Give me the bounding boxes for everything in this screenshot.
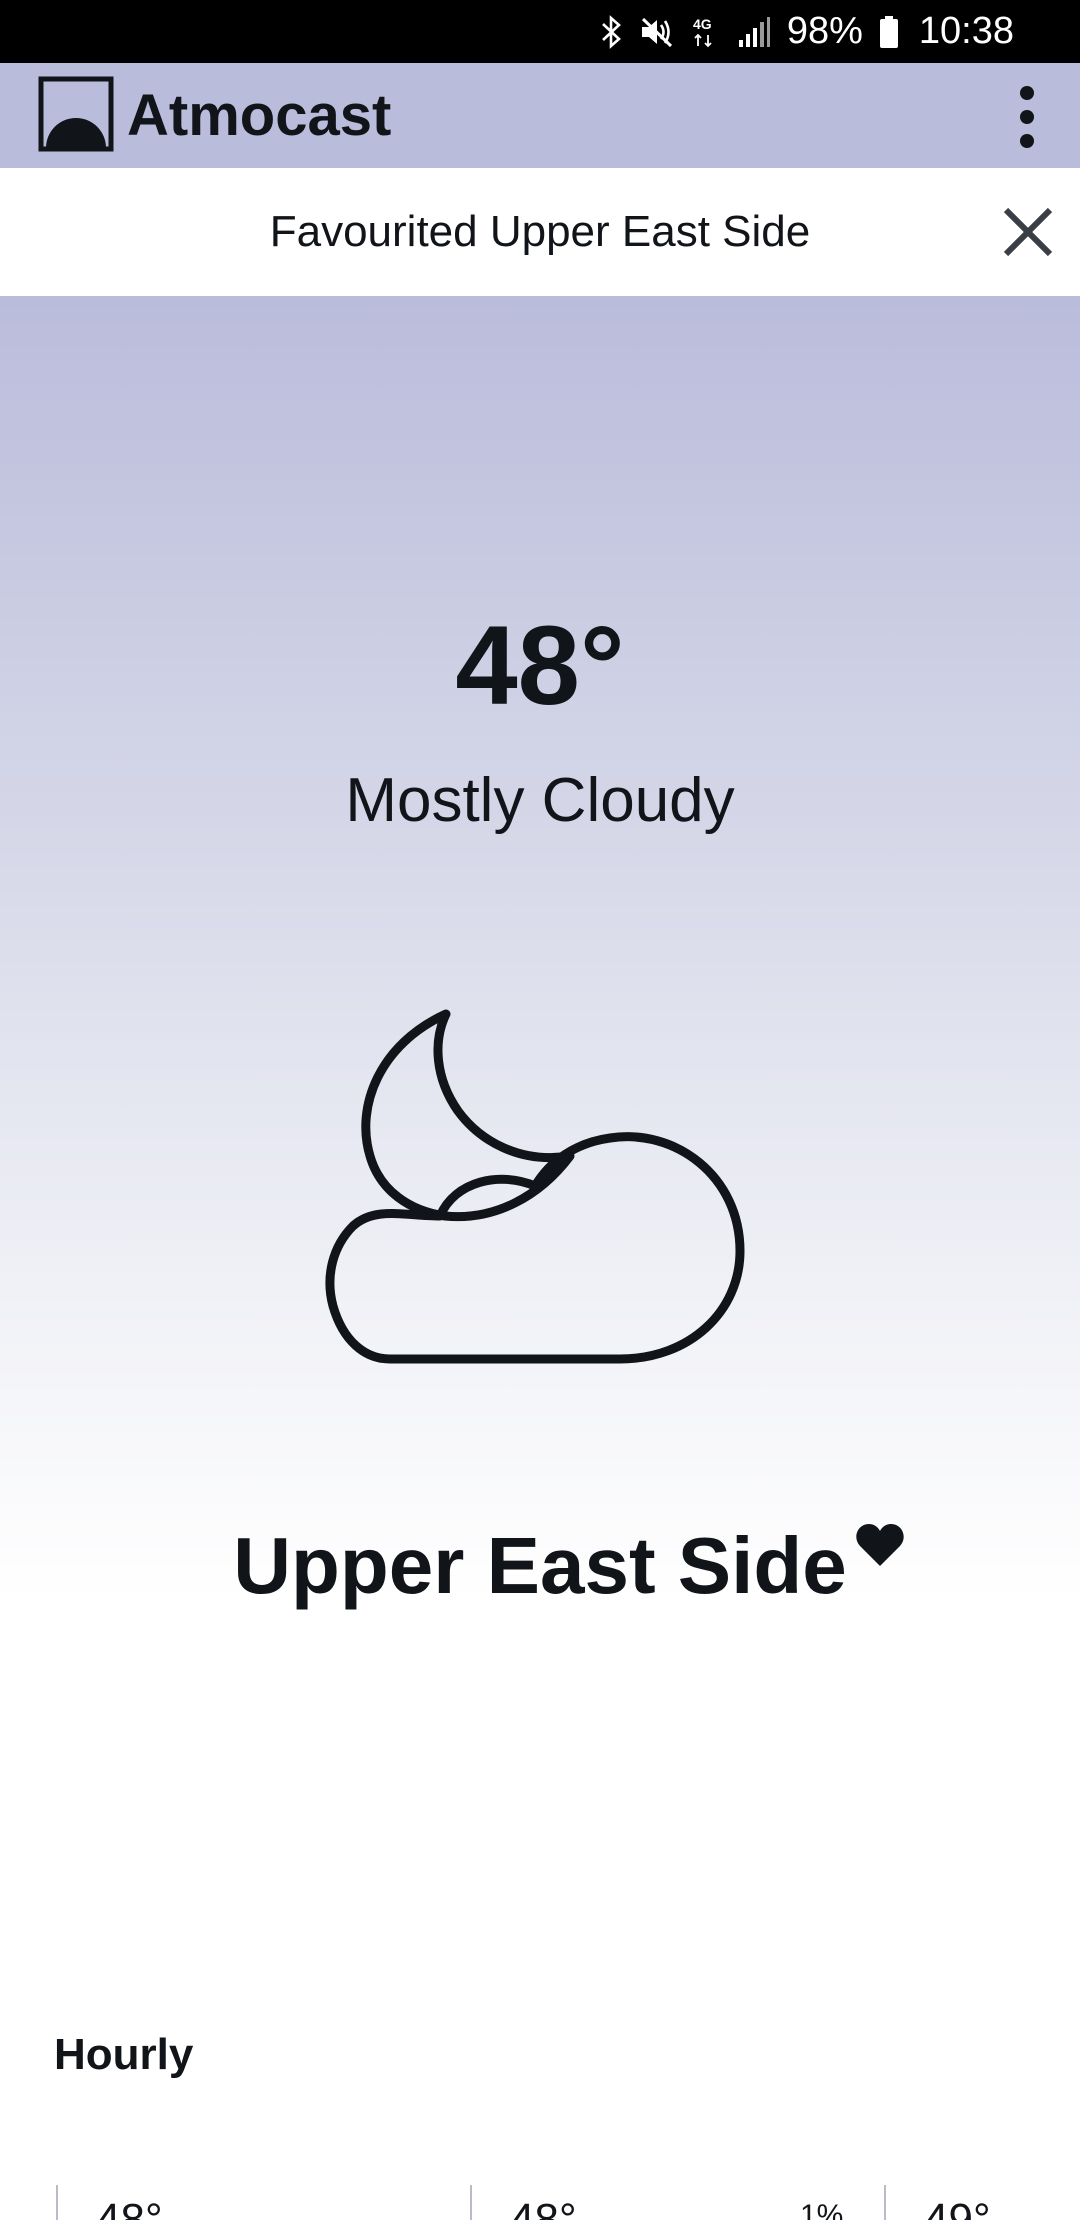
close-icon[interactable] (996, 200, 1060, 264)
notice-message: Favourited Upper East Side (269, 207, 811, 256)
network-4g-icon: 4G (691, 15, 721, 49)
status-time: 10:38 (918, 10, 1014, 52)
mute-icon (639, 15, 675, 49)
status-bar: 4G 98% 10:38 (0, 0, 1080, 63)
bluetooth-icon (601, 14, 623, 49)
current-weather-panel: 48° Mostly Cloudy Upper East Side (0, 296, 1080, 1886)
hourly-item[interactable]: 49° (884, 2185, 1080, 2220)
hour-temp: 49° (924, 2195, 991, 2220)
moon-cloud-icon (325, 1009, 745, 1364)
current-condition: Mostly Cloudy (345, 766, 735, 835)
signal-icon (737, 16, 771, 48)
hourly-forecast-list[interactable]: 48° 48° 1% 49° (0, 2185, 1080, 2220)
app-bar: Atmocast (0, 63, 1080, 168)
current-temperature: 48° (455, 603, 625, 728)
hour-precip: 1% (800, 2199, 844, 2220)
location-name: Upper East Side (233, 1521, 904, 1611)
heart-icon[interactable] (855, 1521, 905, 1569)
more-options-button[interactable] (992, 77, 1062, 157)
favourite-notice: Favourited Upper East Side (0, 168, 1080, 296)
hour-temp: 48° (510, 2195, 577, 2220)
battery-icon (879, 15, 899, 49)
hourly-item[interactable]: 48° (56, 2185, 472, 2220)
status-icons: 4G 98% 10:38 (601, 0, 1014, 63)
more-vert-icon (1020, 86, 1034, 100)
hourly-title: Hourly (54, 2030, 194, 2079)
atmocast-logo-icon (38, 76, 114, 152)
battery-percent: 98% (786, 10, 863, 52)
hour-temp: 48° (96, 2195, 163, 2220)
app-title: Atmocast (127, 83, 392, 148)
hourly-item[interactable]: 48° 1% (470, 2185, 886, 2220)
location-label: Upper East Side (233, 1521, 847, 1610)
svg-text:4G: 4G (693, 16, 712, 32)
